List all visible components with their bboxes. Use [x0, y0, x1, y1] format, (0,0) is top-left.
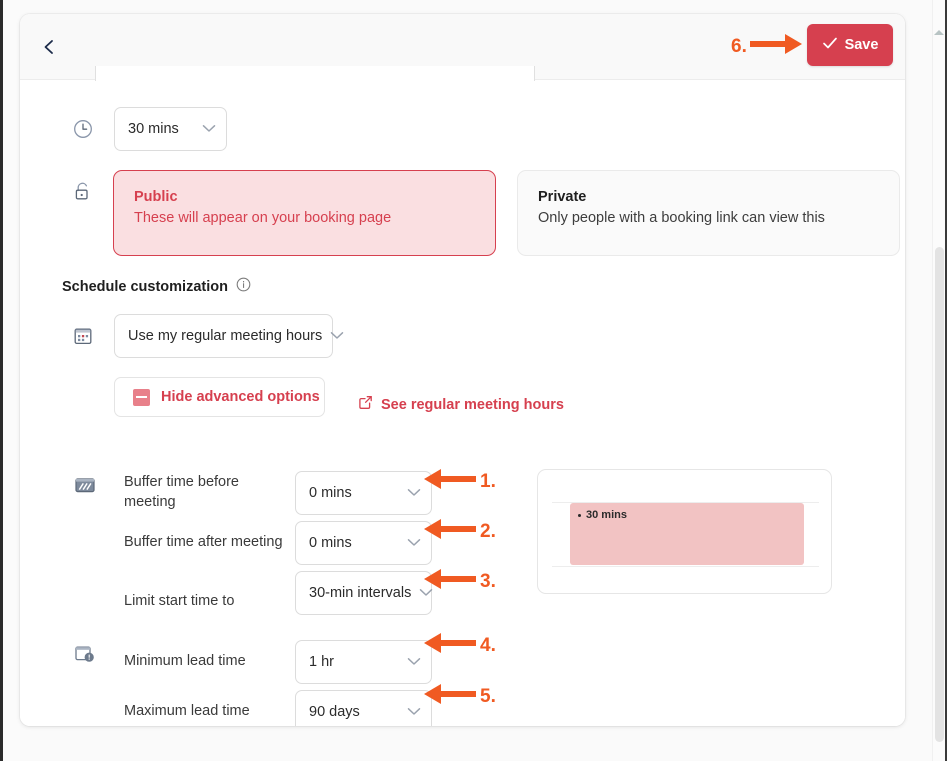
see-regular-meeting-hours-link[interactable]: See regular meeting hours — [358, 395, 564, 414]
maximum-lead-time-value: 90 days — [309, 704, 399, 720]
save-button-label: Save — [845, 37, 879, 53]
visibility-public-title: Public — [134, 189, 475, 205]
preview-event-block: 30 mins — [570, 503, 804, 565]
visibility-option-public[interactable]: Public These will appear on your booking… — [113, 170, 496, 256]
meeting-hours-select[interactable]: Use my regular meeting hours — [114, 314, 333, 358]
chevron-down-icon — [419, 585, 433, 601]
external-link-icon — [358, 395, 373, 414]
preview-event-dot — [578, 514, 581, 517]
unlock-icon — [72, 180, 96, 204]
limit-start-time-value: 30-min intervals — [309, 585, 411, 601]
hide-advanced-options-label: Hide advanced options — [161, 389, 320, 405]
preview-gridline — [552, 566, 819, 567]
duration-select[interactable]: 30 mins — [114, 107, 227, 151]
schedule-preview-card: 30 mins — [537, 469, 832, 594]
minus-square-icon — [133, 389, 150, 406]
hide-advanced-options-button[interactable]: Hide advanced options — [114, 377, 325, 417]
visibility-private-description: Only people with a booking link can view… — [538, 210, 879, 226]
buffer-after-value: 0 mins — [309, 535, 399, 551]
buffer-before-value: 0 mins — [309, 485, 399, 501]
chevron-left-icon — [42, 38, 56, 56]
lead-time-icon — [73, 643, 97, 667]
calendar-icon — [72, 325, 96, 349]
duration-value: 30 mins — [128, 121, 194, 137]
app-root: Save 30 mins — [0, 0, 947, 761]
buffer-icon — [73, 475, 97, 499]
info-circle-icon[interactable] — [236, 277, 251, 296]
chevron-down-icon — [407, 535, 421, 551]
visibility-option-private[interactable]: Private Only people with a booking link … — [517, 170, 900, 256]
buffer-before-label: Buffer time before meeting — [124, 472, 284, 512]
schedule-customization-title: Schedule customization — [62, 279, 228, 295]
chevron-down-icon — [202, 121, 216, 137]
save-button[interactable]: Save — [807, 24, 893, 66]
minimum-lead-time-label: Minimum lead time — [124, 651, 284, 671]
preview-event-label: 30 mins — [586, 509, 627, 521]
maximum-lead-time-label: Maximum lead time — [124, 701, 284, 721]
maximum-lead-time-select[interactable]: 90 days — [295, 690, 432, 726]
meeting-hours-value: Use my regular meeting hours — [128, 328, 322, 344]
chevron-down-icon — [407, 485, 421, 501]
check-icon — [822, 36, 838, 54]
clock-icon — [72, 118, 96, 142]
schedule-customization-heading: Schedule customization — [62, 277, 251, 296]
limit-start-time-label: Limit start time to — [124, 591, 284, 611]
chevron-down-icon — [330, 328, 344, 344]
back-button[interactable] — [32, 30, 66, 64]
buffer-after-select[interactable]: 0 mins — [295, 521, 432, 565]
visibility-public-description: These will appear on your booking page — [134, 210, 475, 226]
settings-scroll-body: 30 mins Public These will appear on your… — [20, 81, 905, 726]
page-scrollbar-thumb[interactable] — [935, 247, 944, 742]
minimum-lead-time-value: 1 hr — [309, 654, 399, 670]
buffer-before-select[interactable]: 0 mins — [295, 471, 432, 515]
chevron-down-icon — [407, 704, 421, 720]
preview-event-label-wrap: 30 mins — [578, 509, 627, 521]
buffer-after-label: Buffer time after meeting — [124, 532, 284, 552]
visibility-private-title: Private — [538, 189, 879, 205]
event-type-settings-panel: Save 30 mins — [20, 14, 905, 726]
minimum-lead-time-select[interactable]: 1 hr — [295, 640, 432, 684]
scrollbar-up-arrow-icon[interactable] — [934, 28, 945, 37]
window-left-gutter — [3, 0, 20, 761]
limit-start-time-select[interactable]: 30-min intervals — [295, 571, 432, 615]
see-regular-meeting-hours-label: See regular meeting hours — [381, 397, 564, 413]
chevron-down-icon — [407, 654, 421, 670]
